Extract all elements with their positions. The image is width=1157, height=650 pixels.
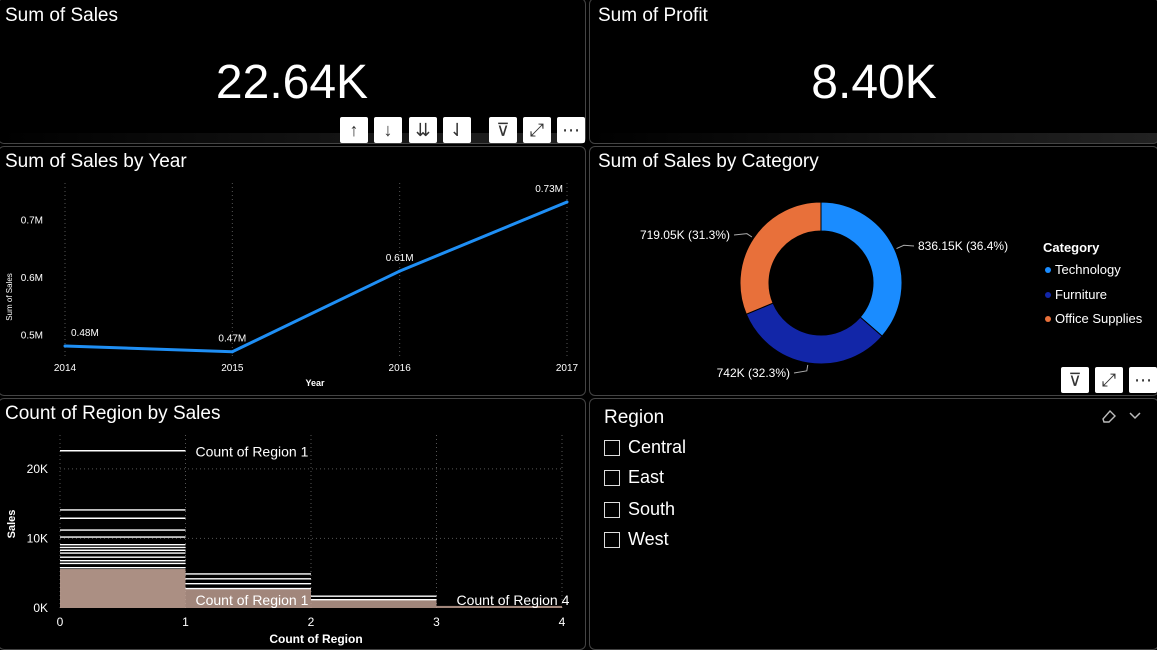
data-label: 0.47M (218, 334, 246, 345)
x-tick-label: 4 (559, 615, 566, 629)
x-tick-label: 2 (308, 615, 315, 629)
x-tick-label: 2017 (556, 363, 579, 374)
filter-icon[interactable]: ⊽ (1061, 367, 1089, 393)
profit-sparkline (590, 133, 1157, 143)
legend-item-furniture[interactable]: Furniture (1045, 287, 1107, 302)
focus-mode-icon[interactable]: ⤢ (1095, 367, 1123, 393)
checkbox[interactable] (604, 469, 620, 486)
data-label: 742K (32.3%) (717, 366, 790, 380)
x-tick-label: 2015 (221, 363, 244, 374)
kpi-profit-value: 8.40K (811, 56, 937, 109)
y-tick-label: 0.7M (21, 215, 43, 226)
donut-slice (745, 302, 883, 365)
legend-title: Category (1043, 240, 1100, 255)
filter-icon[interactable]: ⊽ (489, 117, 517, 143)
eraser-icon[interactable] (1100, 407, 1118, 425)
x-tick-label: 0 (57, 615, 64, 629)
chevron-down-icon[interactable] (1127, 407, 1143, 423)
focus-mode-icon[interactable]: ⤢ (523, 117, 551, 143)
slicer-item-label: South (628, 499, 676, 519)
slicer-item-label: Central (628, 437, 687, 457)
region-slicer[interactable]: Region Central East South West (589, 398, 1157, 650)
y-axis-label: Sales (6, 510, 18, 539)
annotation-label: Count of Region 4 (457, 592, 570, 608)
legend-dot-icon (1045, 315, 1051, 322)
kpi-profit-title: Sum of Profit (598, 5, 708, 26)
bar-fill (311, 599, 437, 608)
series-line (64, 200, 568, 354)
kpi-profit-card[interactable]: Sum of Profit 8.40K (589, 0, 1157, 144)
more-options-icon[interactable]: ⋯ (557, 117, 585, 143)
legend-dot-icon (1045, 266, 1051, 273)
legend-label: Office Supplies (1055, 311, 1143, 326)
y-axis-label: Sum of Sales (5, 273, 14, 321)
checkbox[interactable] (604, 439, 620, 456)
data-point (398, 269, 402, 273)
line-chart-card[interactable]: Sum of Sales by Year Sum of Sales Year 0… (0, 146, 586, 396)
x-tick-label: 2016 (389, 363, 412, 374)
slicer-item-label: West (628, 529, 669, 549)
line-chart: Sum of Sales Year 0.5M 0.6M 0.7M 2014 2015 20… (5, 183, 579, 388)
data-label: 836.15K (36.4%) (918, 239, 1008, 253)
data-point (230, 350, 234, 354)
bar-fill (60, 569, 186, 608)
slicer-item-south[interactable]: South (604, 499, 675, 520)
y-tick-label: 0K (33, 601, 48, 615)
sort-ascending-icon[interactable]: ↑ (340, 117, 368, 143)
legend-label: Furniture (1055, 287, 1108, 302)
y-tick-label: 20K (27, 462, 48, 476)
drill-down-icon[interactable]: ⇃ (443, 117, 471, 143)
donut-slice (820, 201, 903, 337)
kpi-sales-value: 22.64K (215, 56, 369, 109)
expand-all-icon[interactable]: ⇊ (409, 117, 437, 143)
donut-chart: 836.15K (36.4%) 742K (32.3%) 719.05K (31.3… (640, 201, 1008, 380)
x-axis-label: Year (305, 378, 325, 388)
legend-item-office-supplies[interactable]: Office Supplies (1045, 311, 1142, 326)
annotation-label: Count of Region 1 (196, 444, 309, 460)
checkbox[interactable] (604, 531, 620, 548)
slicer-item-east[interactable]: East (604, 467, 664, 488)
slicer-item-central[interactable]: Central (604, 437, 686, 458)
slicer-title: Region (604, 407, 665, 428)
y-tick-label: 0.6M (21, 273, 43, 284)
legend-label: Technology (1055, 262, 1121, 277)
data-point (565, 200, 569, 204)
data-point (63, 344, 67, 348)
histogram-card[interactable]: Count of Region by Sales Sales Count of … (0, 398, 586, 650)
kpi-sales-title: Sum of Sales (5, 5, 118, 26)
x-tick-label: 1 (182, 615, 189, 629)
donut-chart-card[interactable]: Sum of Sales by Category 836.15K (36.4%)… (589, 146, 1157, 396)
x-tick-label: 2014 (54, 363, 77, 374)
x-tick-label: 3 (433, 615, 440, 629)
donut-slice (739, 201, 822, 315)
y-tick-label: 0.5M (21, 330, 43, 341)
sort-descending-icon[interactable]: ↓ (374, 117, 402, 143)
data-label: 719.05K (31.3%) (640, 228, 730, 242)
annotation-label: Count of Region 1 (196, 592, 309, 608)
y-tick-label: 10K (27, 531, 48, 545)
checkbox[interactable] (604, 501, 620, 518)
data-label: 0.48M (71, 328, 99, 339)
data-label: 0.61M (386, 253, 414, 264)
leader-line (733, 233, 753, 238)
legend-dot-icon (1045, 291, 1051, 298)
slicer-item-label: East (628, 467, 665, 487)
data-label: 0.73M (535, 184, 563, 195)
leader-line (896, 244, 915, 250)
legend-item-technology[interactable]: Technology (1045, 262, 1121, 277)
leader-line (793, 364, 809, 374)
histogram-chart: Sales Count of Region 0K 10K 20K 0 1 2 3 4 Count… (6, 435, 570, 646)
more-options-icon[interactable]: ⋯ (1129, 367, 1157, 393)
slicer-item-west[interactable]: West (604, 529, 669, 550)
x-axis-label: Count of Region (269, 632, 362, 646)
